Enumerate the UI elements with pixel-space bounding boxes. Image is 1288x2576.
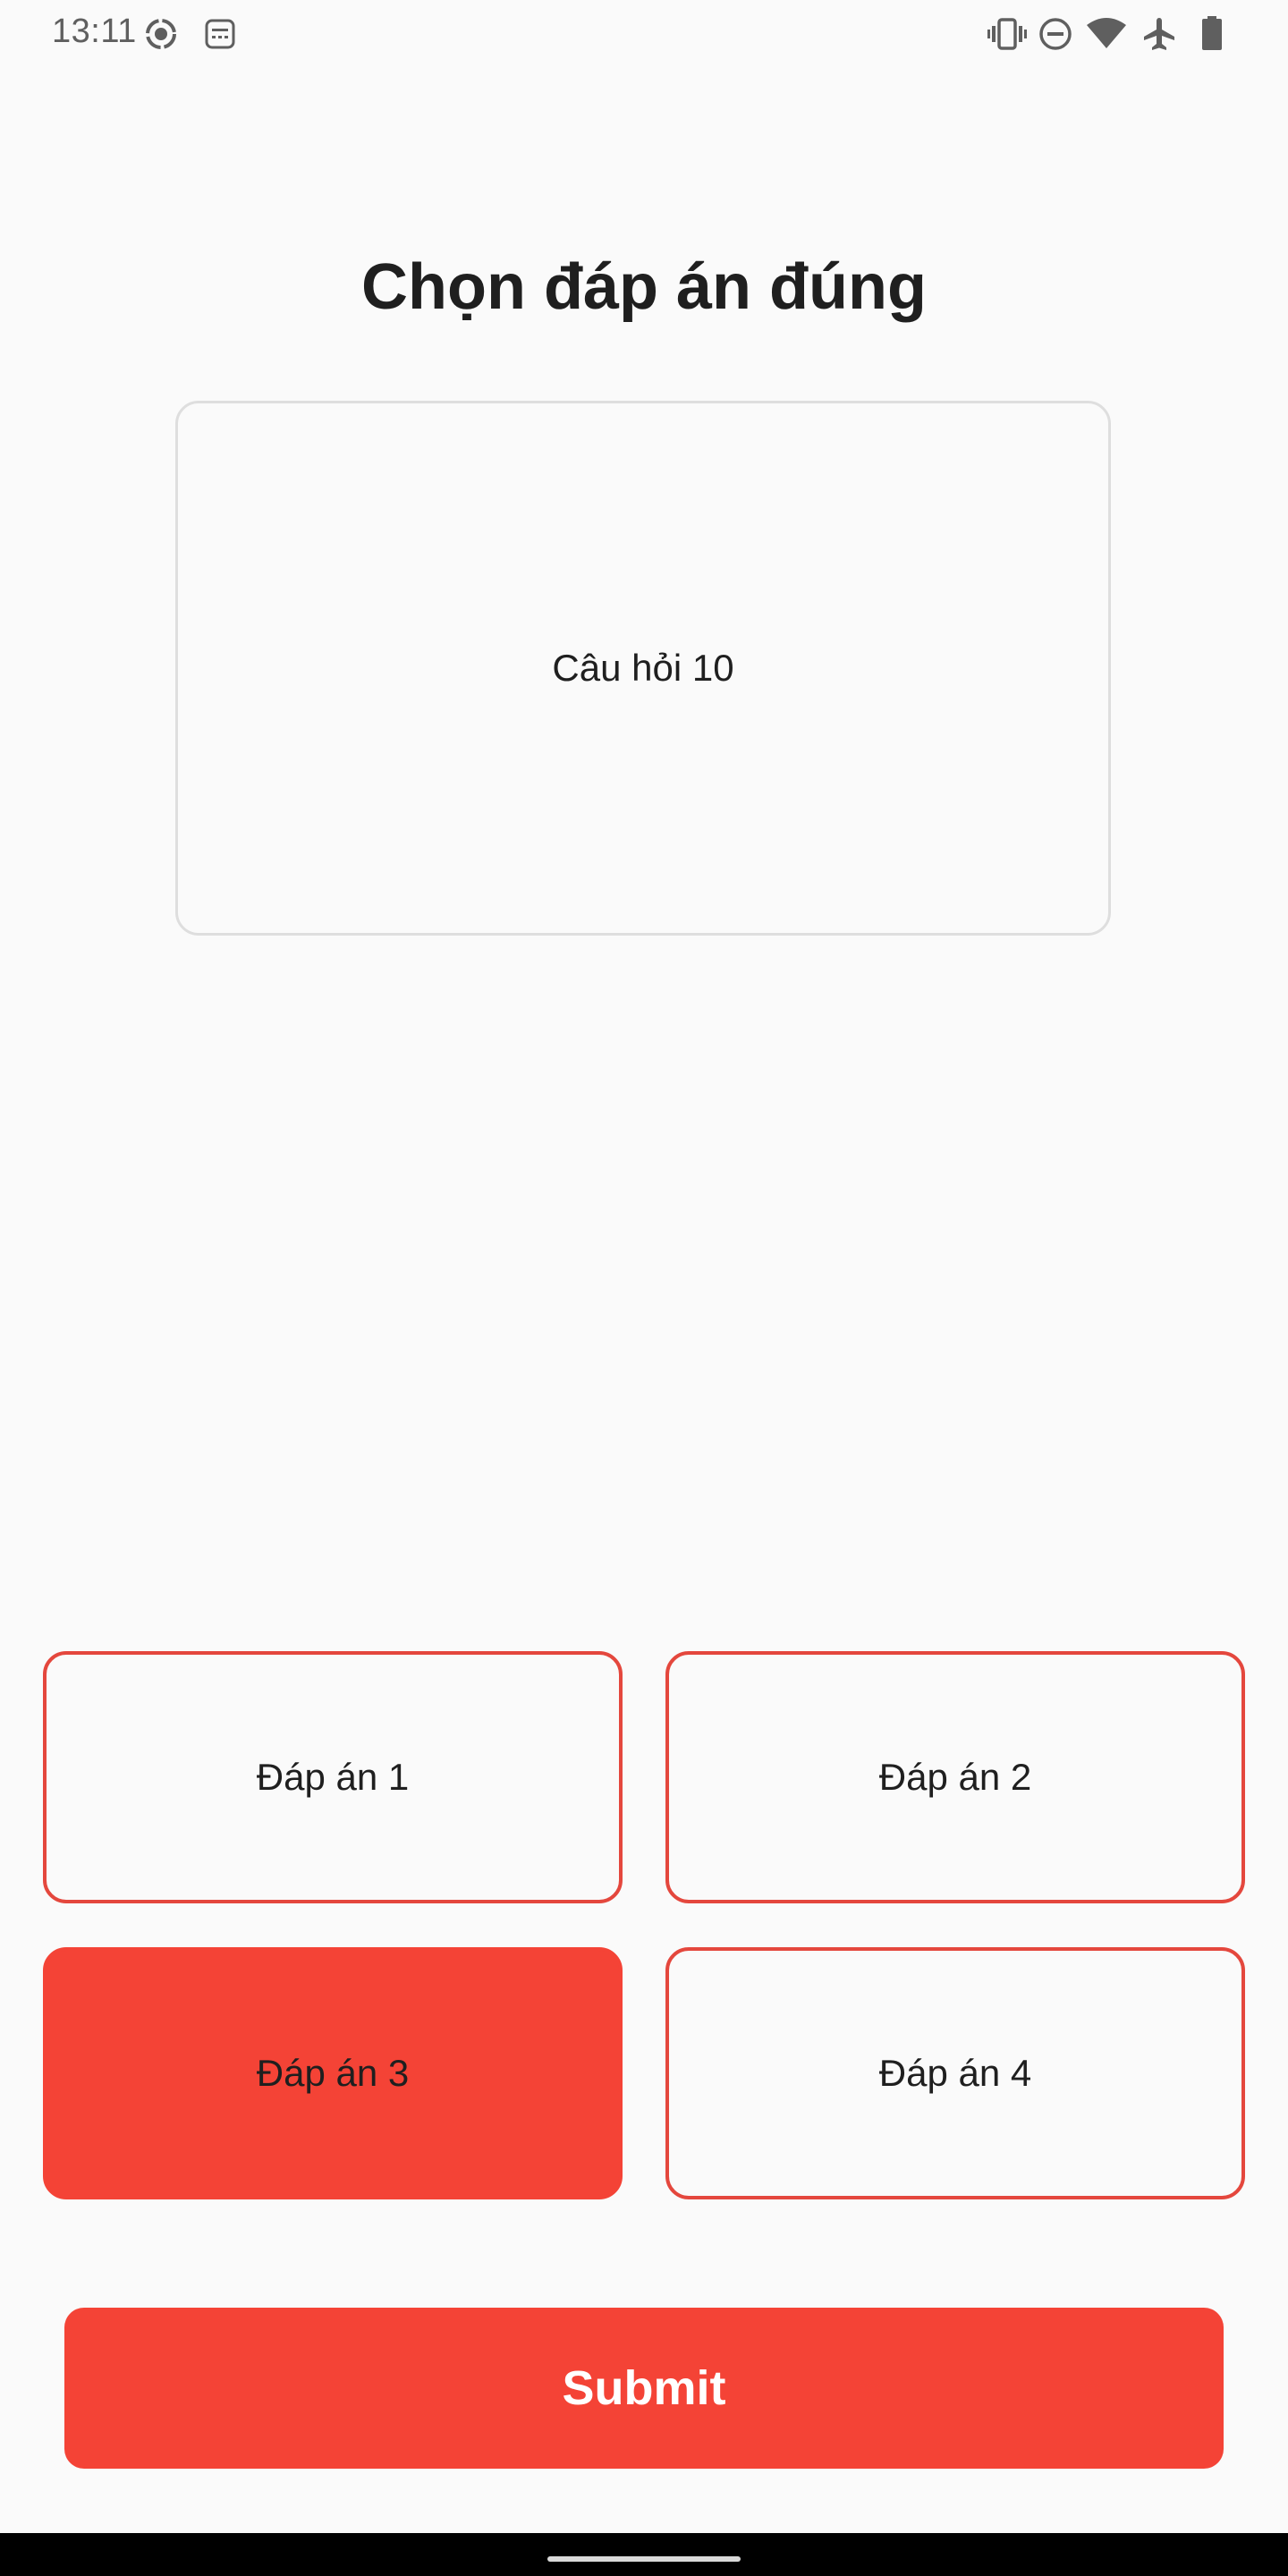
answer-option-3[interactable]: Đáp án 3 bbox=[43, 1947, 623, 2199]
screen-record-icon bbox=[143, 16, 179, 56]
wifi-icon bbox=[1086, 16, 1127, 56]
answer-option-1[interactable]: Đáp án 1 bbox=[43, 1651, 623, 1903]
answer-option-label: Đáp án 4 bbox=[878, 2052, 1032, 2094]
submit-button[interactable]: Submit bbox=[64, 2308, 1224, 2469]
status-bar: 13:11 bbox=[0, 0, 1288, 68]
answer-option-2[interactable]: Đáp án 2 bbox=[665, 1651, 1245, 1903]
do-not-disturb-icon bbox=[1038, 16, 1073, 56]
keyboard-icon bbox=[202, 16, 238, 56]
battery-icon bbox=[1199, 16, 1225, 56]
status-time: 13:11 bbox=[52, 13, 137, 50]
vibrate-icon bbox=[987, 16, 1027, 56]
home-gesture-handle[interactable] bbox=[547, 2556, 741, 2562]
answer-option-label: Đáp án 1 bbox=[256, 1756, 410, 1798]
answer-option-label: Đáp án 2 bbox=[878, 1756, 1032, 1798]
page-title: Chọn đáp án đúng bbox=[361, 251, 927, 323]
question-card: Câu hỏi 10 bbox=[175, 401, 1111, 936]
navigation-bar bbox=[0, 2533, 1288, 2576]
answer-option-label: Đáp án 3 bbox=[256, 2052, 410, 2094]
airplane-icon bbox=[1141, 16, 1177, 56]
answer-option-4[interactable]: Đáp án 4 bbox=[665, 1947, 1245, 2199]
question-text: Câu hỏi 10 bbox=[552, 647, 734, 689]
submit-button-label: Submit bbox=[562, 2361, 726, 2415]
